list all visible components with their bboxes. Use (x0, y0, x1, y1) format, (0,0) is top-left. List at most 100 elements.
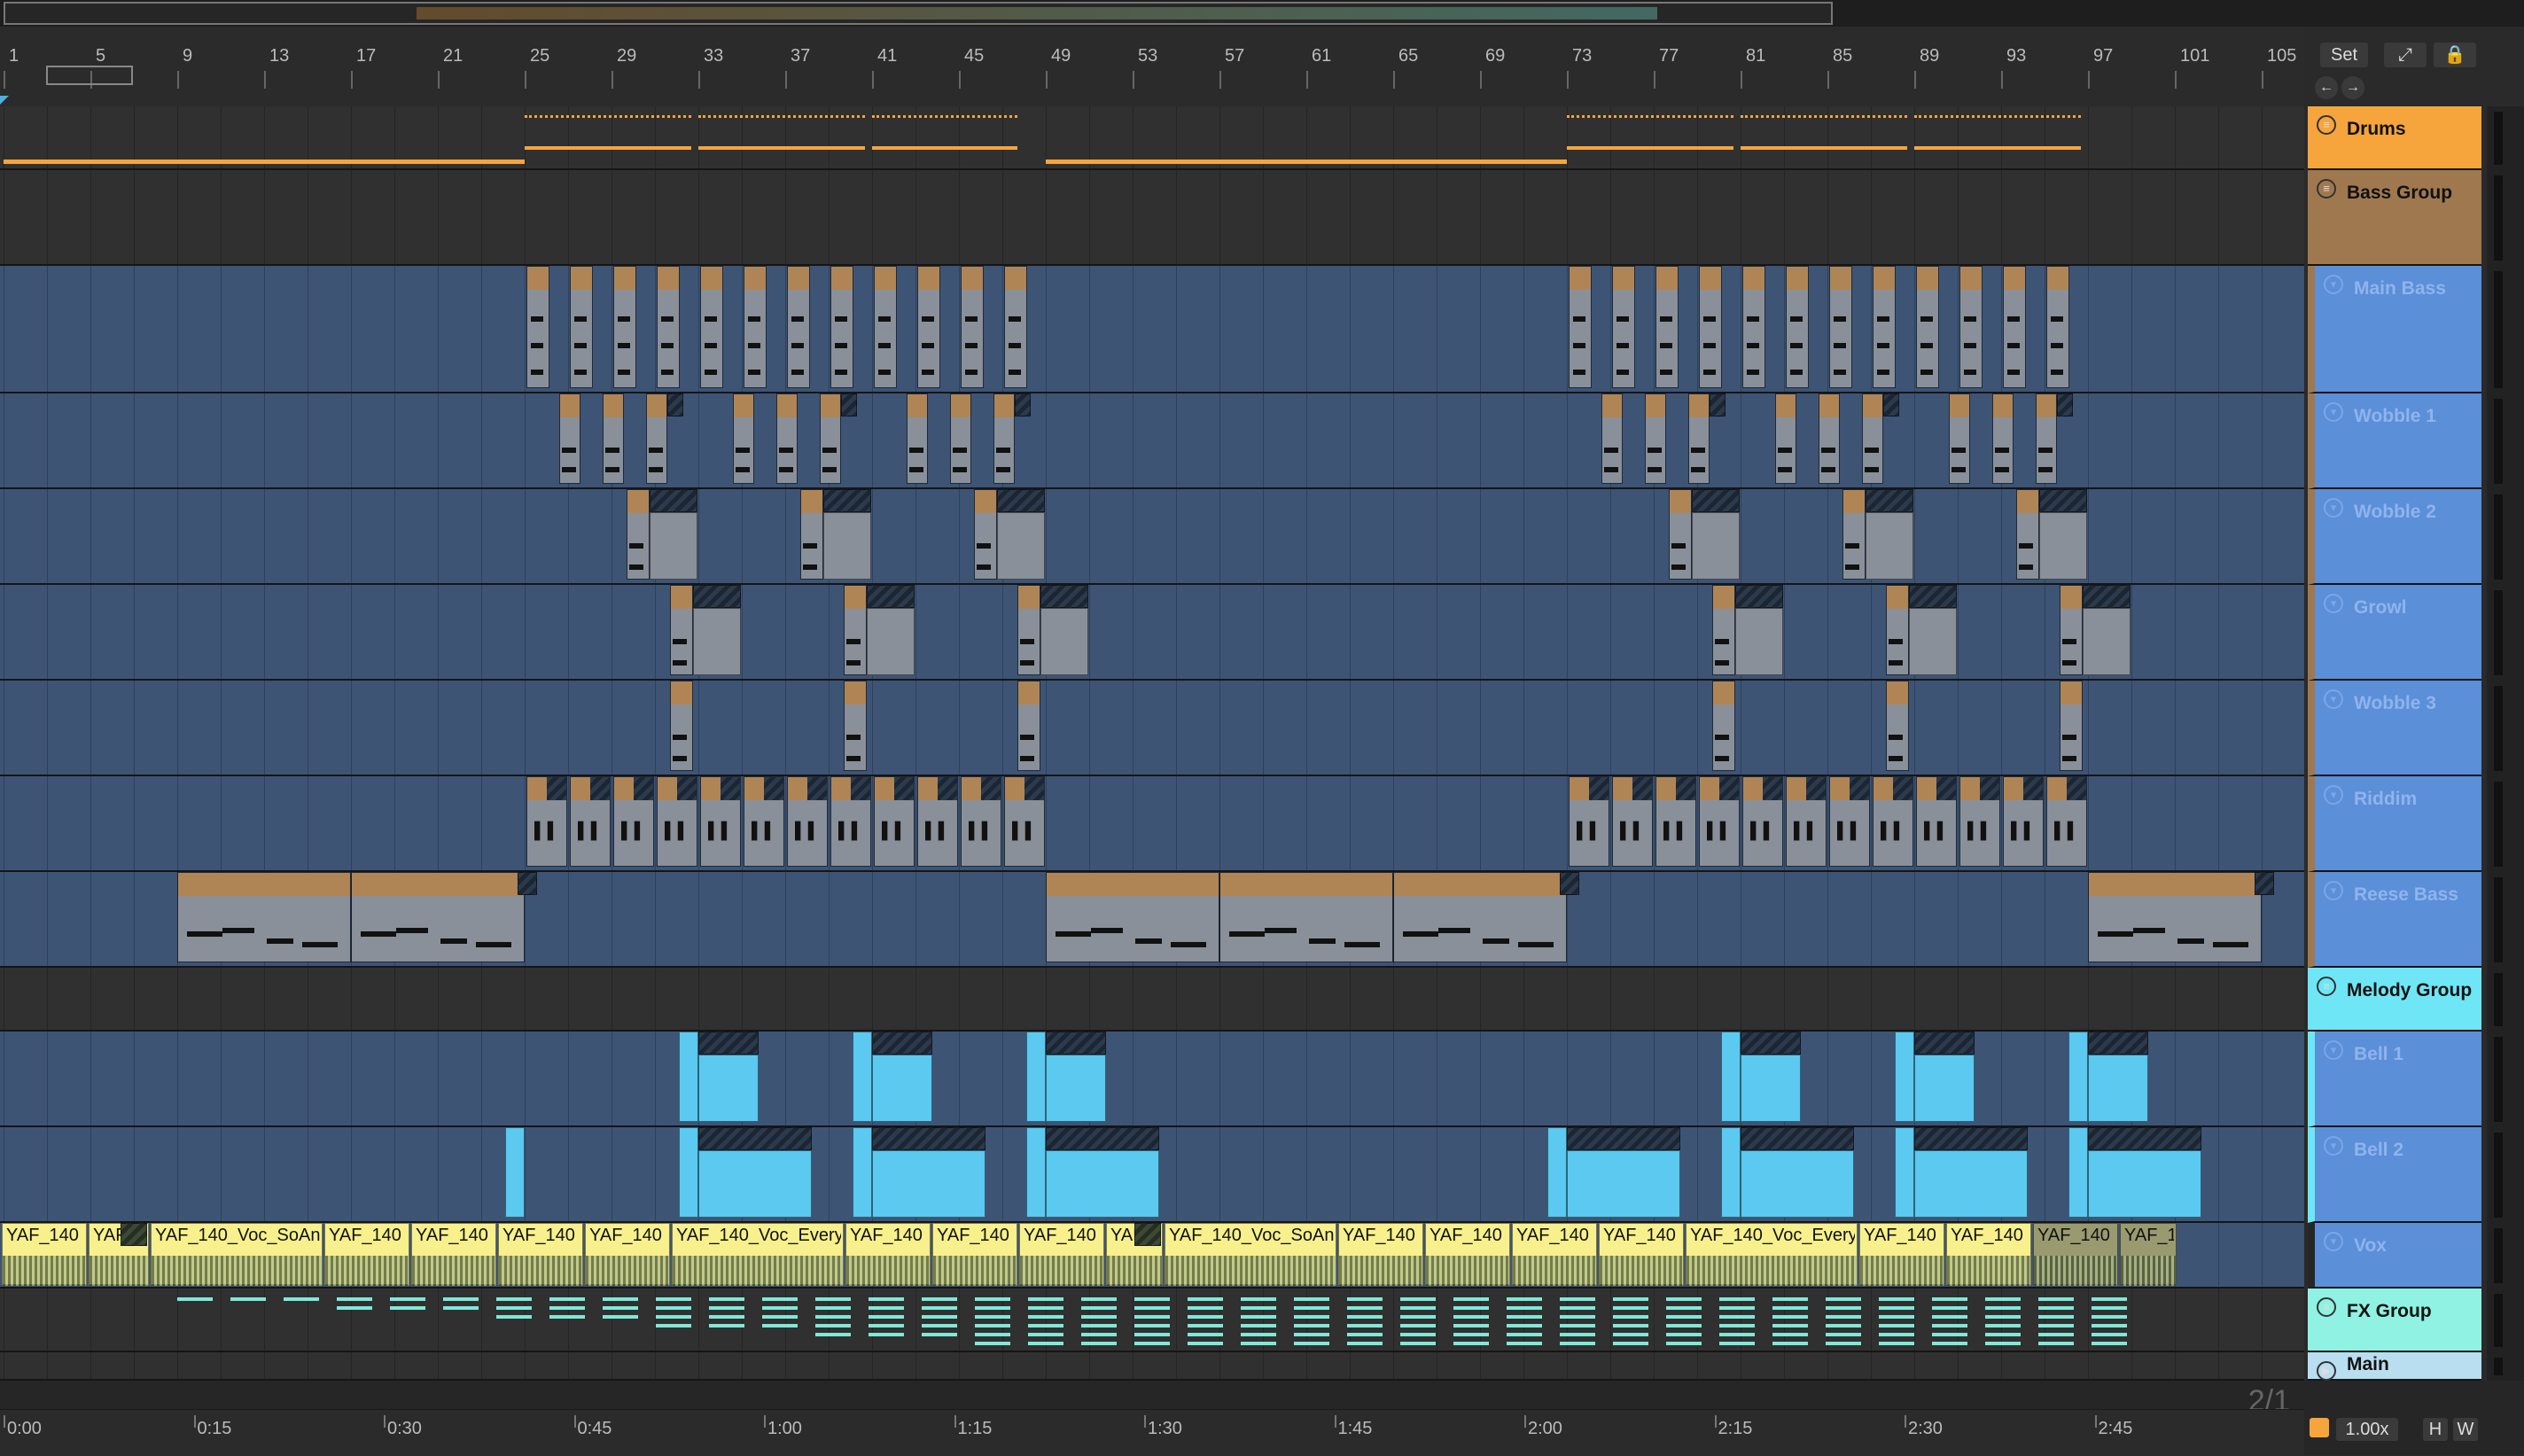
disabled-clip-region[interactable] (2087, 1127, 2201, 1150)
disabled-clip-region[interactable] (1559, 872, 1579, 895)
disabled-clip-region[interactable] (1740, 1032, 1801, 1055)
disabled-clip-region[interactable] (1865, 489, 1913, 512)
wobble-clip[interactable] (1668, 489, 1692, 580)
wobble-clip[interactable] (1991, 393, 2014, 484)
clip-header[interactable] (1886, 681, 1908, 705)
bell-clip[interactable] (1025, 1127, 1046, 1218)
track-header-bell-2[interactable]: ▾ Bell 2 (2308, 1127, 2481, 1223)
bell-clip[interactable] (678, 1032, 698, 1122)
clip-header[interactable] (670, 681, 692, 705)
riddim-clip[interactable]: ▌▌ (570, 776, 611, 867)
fold-icon[interactable]: ▾ (2324, 1136, 2343, 1156)
wobble-clip[interactable] (993, 393, 1015, 484)
fold-icon[interactable]: ▾ (2324, 498, 2343, 518)
disabled-clip-region[interactable] (697, 1127, 812, 1150)
clip-header[interactable] (1700, 777, 1719, 800)
bell-clip-tail[interactable] (1913, 1055, 1975, 1122)
clip-tail[interactable] (996, 512, 1045, 580)
track-header-bell-1[interactable]: ▾ Bell 1 (2308, 1032, 2481, 1127)
vox-clip[interactable]: YAF_1 (2120, 1223, 2177, 1286)
reese-bass-clip[interactable] (1393, 872, 1567, 962)
lane-bass-group[interactable] (0, 170, 2304, 266)
automation-icon[interactable] (2310, 1418, 2329, 1437)
riddim-clip[interactable]: ▌▌ (1873, 776, 1913, 867)
group-fold-icon[interactable]: ≡ (2317, 115, 2336, 135)
vox-clip[interactable]: YAF_140 (585, 1223, 670, 1286)
clip-header[interactable] (1700, 267, 1721, 290)
clip-tail[interactable] (2082, 608, 2131, 675)
clip-header[interactable] (1775, 394, 1796, 417)
riddim-clip[interactable]: ▌▌ (874, 776, 915, 867)
wobble-clip[interactable] (1885, 681, 1909, 771)
growl-clip[interactable] (843, 585, 867, 675)
clip-header[interactable] (1830, 777, 1850, 800)
lane-main-bass[interactable] (0, 266, 2304, 393)
vox-clip[interactable]: YAF_140 (1338, 1223, 1423, 1286)
wobble-clip[interactable] (973, 489, 997, 580)
clip-header[interactable] (907, 394, 927, 417)
clip-header[interactable] (831, 267, 853, 290)
riddim-clip[interactable]: ▌▌ (1004, 776, 1045, 867)
clip-header[interactable] (1669, 490, 1691, 513)
clip-header[interactable] (2060, 681, 2082, 705)
main-bass-clip[interactable] (1699, 266, 1722, 388)
play-icon[interactable]: ▶ (2317, 1361, 2336, 1381)
vox-clip[interactable]: YAF_140 (498, 1223, 583, 1286)
main-bass-clip[interactable] (1612, 266, 1635, 388)
clip-header[interactable] (993, 394, 1014, 417)
wobble-clip[interactable] (906, 393, 928, 484)
bell-clip[interactable] (678, 1127, 698, 1218)
vox-clip[interactable]: YAF_140 (1019, 1223, 1104, 1286)
lane-reese-bass[interactable] (0, 872, 2304, 968)
track-header-main-bass[interactable]: ▾ Main Bass (2308, 266, 2481, 393)
clip-header[interactable] (831, 777, 851, 800)
wobble-clip[interactable] (626, 489, 650, 580)
clip-header[interactable] (670, 586, 692, 609)
wobble-clip[interactable] (558, 393, 580, 484)
loop-brace[interactable] (46, 66, 133, 85)
clip-tail[interactable] (649, 512, 697, 580)
main-bass-clip[interactable] (917, 266, 940, 388)
bell-clip-tail[interactable] (1740, 1055, 1801, 1122)
clip-header[interactable] (820, 394, 840, 417)
riddim-clip[interactable]: ▌▌ (657, 776, 697, 867)
clip-header[interactable] (1787, 777, 1806, 800)
clip-header[interactable] (918, 267, 939, 290)
clip-header[interactable] (646, 394, 666, 417)
fold-icon[interactable]: ▾ (2324, 275, 2343, 294)
w-zoom-button[interactable]: W (2453, 1418, 2478, 1441)
track-header-bass-group[interactable]: ≡ Bass Group (2308, 170, 2481, 266)
clip-header[interactable] (918, 777, 938, 800)
wobble-clip[interactable] (1601, 393, 1623, 484)
reese-bass-clip[interactable] (177, 872, 351, 962)
clip-header[interactable] (1743, 777, 1763, 800)
bell-clip-tail[interactable] (871, 1150, 985, 1218)
zoom-display[interactable]: 1.00x (2336, 1418, 2398, 1441)
riddim-clip[interactable]: ▌▌ (830, 776, 871, 867)
clip-header[interactable] (1874, 267, 1895, 290)
bell-clip-tail[interactable] (2087, 1150, 2201, 1218)
clip-header[interactable] (1949, 394, 1969, 417)
clip-header[interactable] (1886, 586, 1908, 609)
clip-header[interactable] (1394, 873, 1566, 896)
disabled-clip-region[interactable] (1014, 393, 1031, 417)
time-ruler[interactable]: 0:00 0:15 0:30 0:45 1:00 1:15 1:30 1:45 2:00 2:15… (0, 1409, 2304, 1456)
bell-clip[interactable] (1894, 1127, 1914, 1218)
clip-header[interactable] (1220, 873, 1392, 896)
vox-clip[interactable]: YAF_140 (1425, 1223, 1510, 1286)
riddim-clip[interactable]: ▌▌ (961, 776, 1001, 867)
disabled-clip-region[interactable] (1045, 1127, 1159, 1150)
fold-icon[interactable]: ▾ (2324, 402, 2343, 422)
reese-bass-clip[interactable] (1046, 872, 1219, 962)
riddim-clip[interactable]: ▌▌ (917, 776, 958, 867)
wobble-clip[interactable] (1861, 393, 1883, 484)
wobble-clip[interactable] (669, 681, 693, 771)
main-bass-clip[interactable] (1742, 266, 1765, 388)
riddim-clip[interactable]: ▌▌ (744, 776, 784, 867)
clip-header[interactable] (1005, 777, 1024, 800)
bell-clip-tail[interactable] (1566, 1150, 1680, 1218)
lane-fx-group[interactable] (0, 1289, 2304, 1352)
set-locator-button[interactable]: Set (2320, 43, 2368, 67)
clip-tail[interactable] (1040, 608, 1088, 675)
clip-header[interactable] (1819, 394, 1839, 417)
